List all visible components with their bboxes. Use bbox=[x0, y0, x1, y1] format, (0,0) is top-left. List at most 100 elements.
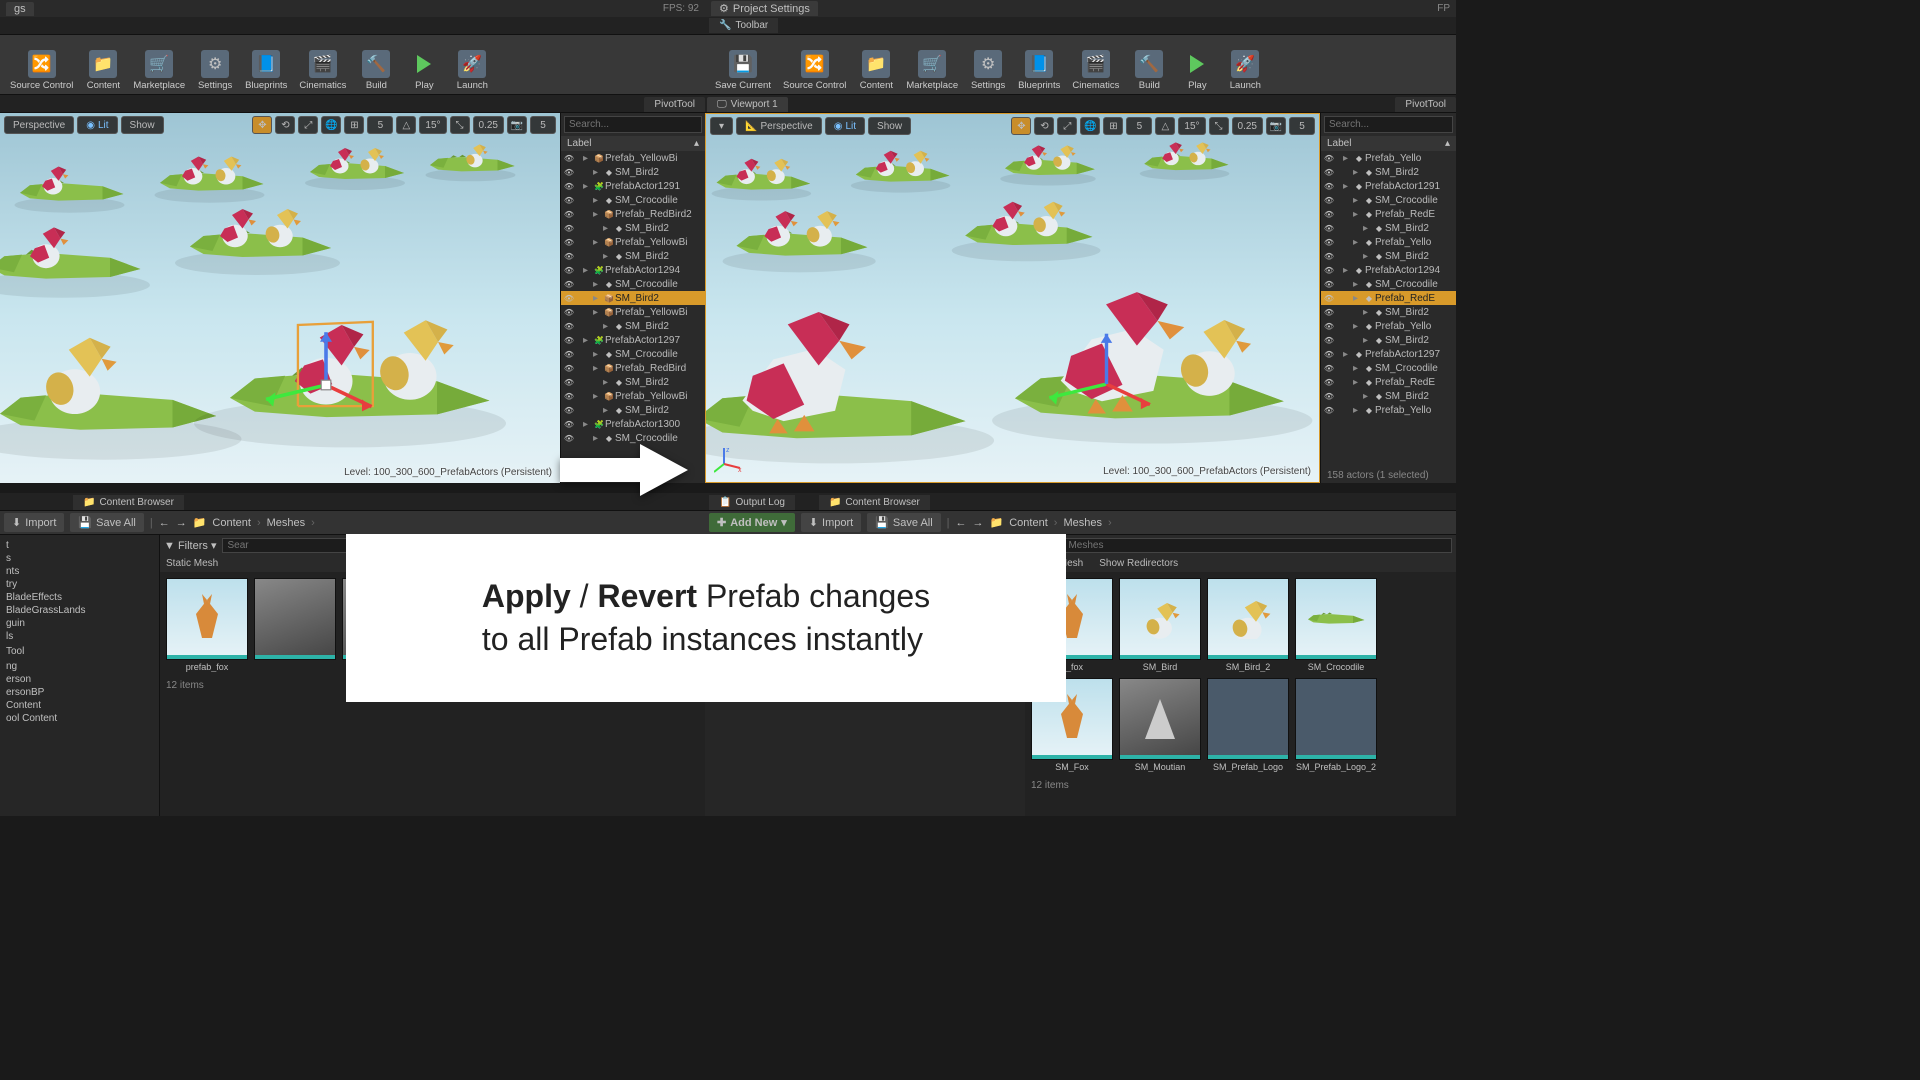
outliner-item[interactable]: 👁▸◆Prefab_Yello bbox=[1321, 235, 1456, 249]
folder-item[interactable]: ool Content bbox=[2, 712, 157, 725]
outliner-item[interactable]: 👁▸◆SM_Crocodile bbox=[1321, 277, 1456, 291]
visibility-eye-icon[interactable]: 👁 bbox=[561, 210, 577, 219]
visibility-eye-icon[interactable]: 👁 bbox=[561, 252, 577, 261]
outliner-item[interactable]: 👁▸◆SM_Crocodile bbox=[1321, 193, 1456, 207]
folder-item[interactable]: erson bbox=[2, 673, 157, 686]
outliner-item[interactable]: 👁▸📦Prefab_RedBird2 bbox=[561, 207, 705, 221]
asset-thumbnail[interactable]: SM_Moutian bbox=[1119, 678, 1201, 772]
outliner-item[interactable]: 👁▸📦Prefab_YellowBi bbox=[561, 235, 705, 249]
scale-snap-value[interactable]: 0.25 bbox=[1232, 117, 1263, 135]
asset-thumbnail[interactable]: SM_Prefab_Logo bbox=[1207, 678, 1289, 772]
build-button[interactable]: 🔨Build bbox=[1125, 37, 1173, 93]
rotate-gizmo-icon[interactable]: ⟲ bbox=[1034, 117, 1054, 135]
visibility-eye-icon[interactable]: 👁 bbox=[1321, 196, 1337, 205]
visibility-eye-icon[interactable]: 👁 bbox=[1321, 238, 1337, 247]
show-button[interactable]: Show bbox=[868, 117, 911, 135]
play-button[interactable]: Play bbox=[400, 37, 448, 93]
visibility-eye-icon[interactable]: 👁 bbox=[1321, 392, 1337, 401]
play-button[interactable]: Play bbox=[1173, 37, 1221, 93]
import-button[interactable]: ⬇ Import bbox=[4, 513, 64, 532]
outliner-item[interactable]: 👁▸◆SM_Crocodile bbox=[561, 347, 705, 361]
scale-gizmo-icon[interactable]: ⤢ bbox=[1057, 117, 1077, 135]
add-new-button[interactable]: ✚ Add New ▾ bbox=[709, 513, 795, 532]
outliner-item[interactable]: 👁▸◆Prefab_Yello bbox=[1321, 151, 1456, 165]
outliner-item[interactable]: 👁▸◆SM_Bird2 bbox=[1321, 305, 1456, 319]
outliner-item[interactable]: 👁▸◆SM_Bird2 bbox=[561, 403, 705, 417]
outliner-item[interactable]: 👁▸◆SM_Bird2 bbox=[1321, 389, 1456, 403]
visibility-eye-icon[interactable]: 👁 bbox=[561, 238, 577, 247]
outliner-search-input[interactable] bbox=[564, 116, 702, 133]
visibility-eye-icon[interactable]: 👁 bbox=[561, 224, 577, 233]
tab-viewport[interactable]: 🖵 Viewport 1 bbox=[707, 97, 788, 112]
folder-item[interactable]: t bbox=[2, 539, 157, 552]
outliner-item[interactable]: 👁▸◆SM_Bird2 bbox=[561, 319, 705, 333]
history-fwd-icon[interactable]: → bbox=[176, 517, 187, 529]
perspective-dropdown[interactable]: 📐 Perspective bbox=[736, 117, 822, 135]
tab-pivot-tool[interactable]: PivotTool bbox=[1395, 97, 1456, 112]
outliner-item[interactable]: 👁▸◆SM_Crocodile bbox=[1321, 361, 1456, 375]
outliner-item[interactable]: 👁▸◆Prefab_Yello bbox=[1321, 319, 1456, 333]
snap-grid-icon[interactable]: ⊞ bbox=[344, 116, 364, 134]
world-local-icon[interactable]: 🌐 bbox=[321, 116, 341, 134]
asset-thumbnail[interactable]: SM_Bird_2 bbox=[1207, 578, 1289, 672]
import-button[interactable]: ⬇ Import bbox=[801, 513, 861, 532]
blueprints-button[interactable]: 📘Blueprints bbox=[239, 37, 293, 93]
launch-button[interactable]: 🚀Launch bbox=[448, 37, 496, 93]
content-button[interactable]: 📁Content bbox=[852, 37, 900, 93]
visibility-eye-icon[interactable]: 👁 bbox=[1321, 182, 1337, 191]
visibility-eye-icon[interactable]: 👁 bbox=[1321, 224, 1337, 233]
visibility-eye-icon[interactable]: 👁 bbox=[561, 420, 577, 429]
visibility-eye-icon[interactable]: 👁 bbox=[1321, 378, 1337, 387]
outliner-item[interactable]: 👁▸◆SM_Bird2 bbox=[561, 221, 705, 235]
outliner-item[interactable]: 👁▸🧩PrefabActor1291 bbox=[561, 179, 705, 193]
visibility-eye-icon[interactable]: 👁 bbox=[561, 364, 577, 373]
visibility-eye-icon[interactable]: 👁 bbox=[561, 336, 577, 345]
visibility-eye-icon[interactable]: 👁 bbox=[1321, 168, 1337, 177]
blueprints-button[interactable]: 📘Blueprints bbox=[1012, 37, 1066, 93]
visibility-eye-icon[interactable]: 👁 bbox=[1321, 154, 1337, 163]
visibility-eye-icon[interactable]: 👁 bbox=[561, 392, 577, 401]
outliner-item[interactable]: 👁▸◆SM_Bird2 bbox=[1321, 249, 1456, 263]
outliner-item[interactable]: 👁▸◆SM_Bird2 bbox=[561, 165, 705, 179]
sources-panel[interactable]: tsntstryBladeEffectsBladeGrassLandsguinl… bbox=[0, 535, 160, 816]
visibility-eye-icon[interactable]: 👁 bbox=[1321, 364, 1337, 373]
asset-thumbnail[interactable]: SM_Prefab_Logo_2 bbox=[1295, 678, 1377, 772]
tab-content-browser[interactable]: 📁 Content Browser bbox=[819, 495, 930, 510]
visibility-eye-icon[interactable]: 👁 bbox=[561, 154, 577, 163]
visibility-eye-icon[interactable]: 👁 bbox=[1321, 266, 1337, 275]
settings-button[interactable]: ⚙Settings bbox=[191, 37, 239, 93]
viewport-options-icon[interactable]: ▾ bbox=[710, 117, 733, 135]
asset-thumbnail[interactable] bbox=[254, 578, 336, 672]
history-fwd-icon[interactable]: → bbox=[973, 517, 984, 529]
folder-item[interactable]: Tool bbox=[2, 645, 157, 658]
snap-grid-icon[interactable]: ⊞ bbox=[1103, 117, 1123, 135]
world-local-icon[interactable]: 🌐 bbox=[1080, 117, 1100, 135]
folder-item[interactable]: s bbox=[2, 552, 157, 565]
angle-snap-value[interactable]: 15° bbox=[419, 116, 446, 134]
save-all-button[interactable]: 💾 Save All bbox=[867, 513, 940, 532]
outliner-item[interactable]: 👁▸◆SM_Bird2 bbox=[1321, 333, 1456, 347]
viewport[interactable]: Perspective ◉ Lit Show ✥ ⟲ ⤢ 🌐 ⊞ 5 △ 15°… bbox=[0, 113, 560, 483]
cinematics-button[interactable]: 🎬Cinematics bbox=[1066, 37, 1125, 93]
perspective-dropdown[interactable]: Perspective bbox=[4, 116, 74, 134]
asset-thumbnail[interactable]: SM_Bird bbox=[1119, 578, 1201, 672]
show-button[interactable]: Show bbox=[121, 116, 164, 134]
folder-item[interactable]: BladeEffects bbox=[2, 591, 157, 604]
outliner-item[interactable]: 👁▸◆SM_Bird2 bbox=[561, 249, 705, 263]
visibility-eye-icon[interactable]: 👁 bbox=[1321, 308, 1337, 317]
visibility-eye-icon[interactable]: 👁 bbox=[561, 168, 577, 177]
grid-snap-value[interactable]: 5 bbox=[1126, 117, 1152, 135]
angle-snap-value[interactable]: 15° bbox=[1178, 117, 1205, 135]
outliner-item[interactable]: 👁▸◆PrefabActor1291 bbox=[1321, 179, 1456, 193]
search-assets-input[interactable] bbox=[1029, 538, 1452, 553]
visibility-eye-icon[interactable]: 👁 bbox=[561, 406, 577, 415]
cinematics-button[interactable]: 🎬Cinematics bbox=[293, 37, 352, 93]
folder-item[interactable]: ls bbox=[2, 630, 157, 643]
asset-thumbnail[interactable]: SM_Crocodile bbox=[1295, 578, 1377, 672]
scale-gizmo-icon[interactable]: ⤢ bbox=[298, 116, 318, 134]
snap-scale-icon[interactable]: ⤡ bbox=[450, 116, 470, 134]
history-back-icon[interactable]: ← bbox=[159, 517, 170, 529]
outliner-item[interactable]: 👁▸◆PrefabActor1297 bbox=[1321, 347, 1456, 361]
outliner-item[interactable]: 👁▸◆SM_Bird2 bbox=[1321, 165, 1456, 179]
launch-button[interactable]: 🚀Launch bbox=[1221, 37, 1269, 93]
